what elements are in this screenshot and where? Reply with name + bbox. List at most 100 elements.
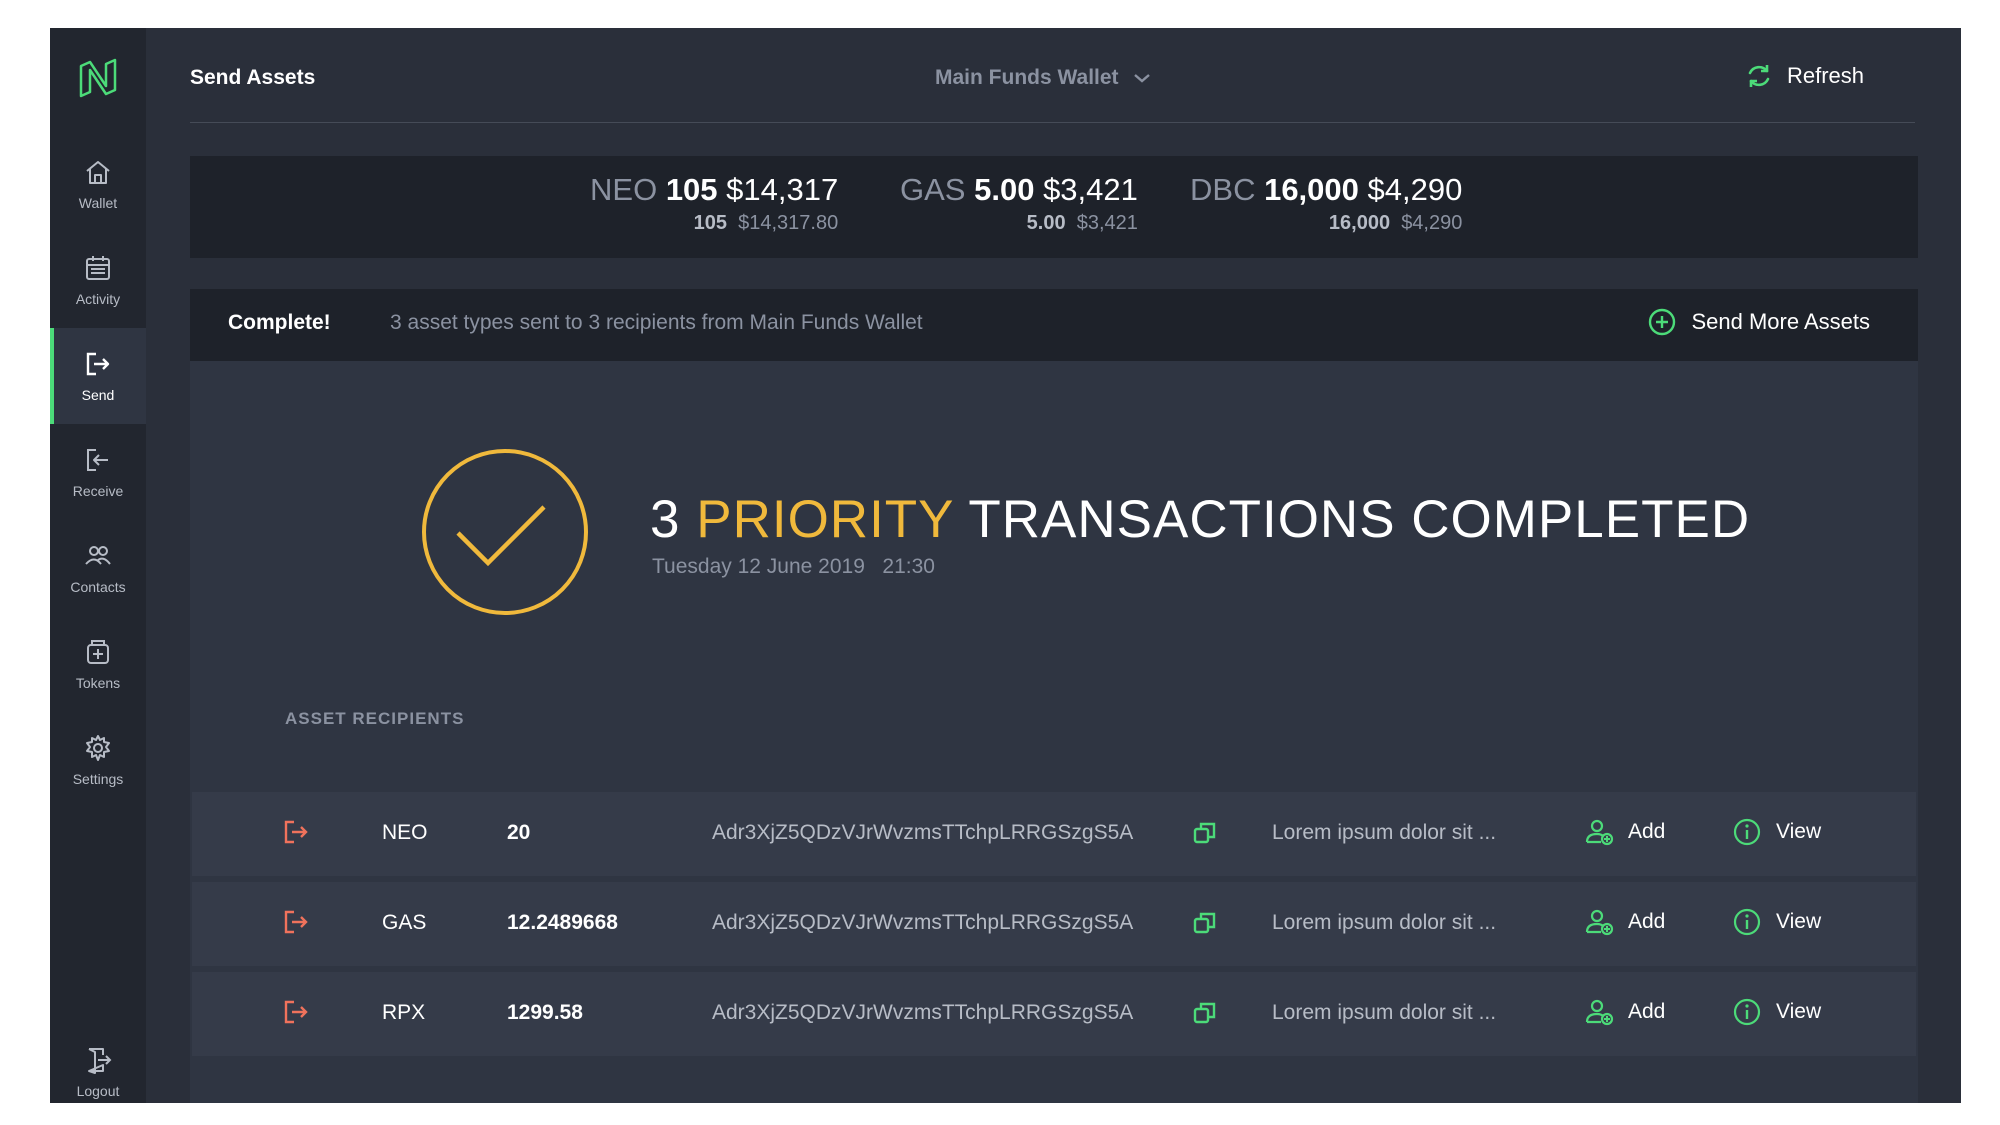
balance-sub-amount: 5.00 [1026,212,1066,234]
sidebar-item-label: Tokens [75,675,121,691]
completion-headline: 3 PRIORITY TRANSACTIONS COMPLETED [650,489,1750,550]
gear-icon [86,735,110,761]
refresh-label: Refresh [1787,63,1865,88]
balance-sub-value: $4,290 [1401,212,1463,234]
send-more-assets-button[interactable]: Send More Assets [1647,307,1870,337]
add-contact-label: Add [1628,910,1666,933]
main-panel: 3 PRIORITY TRANSACTIONS COMPLETED Tuesda… [190,361,1918,1103]
copy-icon[interactable] [1192,910,1218,936]
send-icon [284,1000,308,1024]
refresh-icon [1748,65,1770,87]
sidebar-item-send[interactable]: Send [50,328,146,424]
completion-count: 3 [650,490,681,549]
sidebar-item-label: Activity [75,291,121,307]
recipient-address: Adr3XjZ5QDzVJrWvzmsTTchpLRRGSzgS5A [712,1001,1134,1024]
recipients-section-title: ASSET RECIPIENTS [285,709,465,728]
balance-sub-value: $14,317.80 [738,212,839,234]
plus-circle-icon [1649,308,1676,336]
tokens-icon [87,640,109,664]
sidebar-item-tokens[interactable]: Tokens [50,616,146,712]
balance-bar: NEO 105 $14,317 105 $14,317.80 GAS 5.00 … [190,156,1918,258]
recipient-address: Adr3XjZ5QDzVJrWvzmsTTchpLRRGSzgS5A [712,911,1134,934]
sidebar-item-settings[interactable]: Settings [50,712,146,808]
view-transaction-label: View [1776,820,1822,843]
app-window: Wallet Activity Send Receive Contacts To… [50,28,1961,1103]
recipient-asset: NEO [382,821,428,844]
balance-value: $4,290 [1367,172,1463,207]
balance-amount: 5.00 [974,172,1035,207]
balance-symbol: DBC [1190,172,1256,207]
send-icon [284,820,308,844]
send-icon [284,910,308,934]
wallet-select[interactable]: Main Funds Wallet [935,66,1151,90]
view-transaction-button[interactable]: View [1732,907,1821,937]
recipient-asset: RPX [382,1001,426,1024]
balance-value: $14,317 [726,172,839,207]
view-transaction-label: View [1776,910,1822,933]
table-row: RPX 1299.58 Adr3XjZ5QDzVJrWvzmsTTchpLRRG… [192,972,1916,1056]
calendar-icon [86,256,110,280]
recipient-amount: 12.2489668 [507,911,618,934]
add-user-icon [1585,819,1614,846]
info-icon [1733,818,1761,846]
view-transaction-button[interactable]: View [1732,817,1821,847]
sidebar-item-contacts[interactable]: Contacts [50,520,146,616]
add-contact-button[interactable]: Add [1584,907,1665,937]
neon-logo-icon[interactable] [76,56,120,100]
recipient-note: Lorem ipsum dolor sit ... [1272,821,1497,844]
balance-value: $3,421 [1043,172,1138,207]
wallet-select-label: Main Funds Wallet [935,66,1119,89]
copy-icon[interactable] [1192,820,1218,846]
sidebar-item-wallet[interactable]: Wallet [50,136,146,232]
add-contact-button[interactable]: Add [1584,997,1665,1027]
balance-dbc: DBC 16,000 $4,290 16,000 $4,290 [1190,172,1462,235]
add-user-icon [1585,909,1614,936]
send-icon [86,352,110,376]
balance-amount: 105 [665,172,718,207]
add-contact-label: Add [1628,1000,1666,1023]
sidebar-item-label: Settings [72,771,124,787]
completion-datetime: Tuesday 12 June 2019 21:30 [652,555,935,579]
home-icon [86,161,110,184]
logout-label: Logout [76,1083,120,1099]
completion-date: Tuesday 12 June 2019 [652,555,865,578]
completion-text: TRANSACTIONS COMPLETED [968,490,1751,549]
balance-amount: 16,000 [1264,172,1359,207]
page-title: Send Assets [190,66,316,89]
balance-symbol: NEO [590,172,658,207]
sidebar-item-label: Wallet [78,195,118,211]
balance-sub-amount: 16,000 [1328,212,1391,234]
balance-sub-amount: 105 [693,212,727,234]
add-contact-button[interactable]: Add [1584,817,1665,847]
balance-neo: NEO 105 $14,317 105 $14,317.80 [590,172,838,235]
view-transaction-button[interactable]: View [1732,997,1821,1027]
view-transaction-label: View [1776,1000,1822,1023]
completion-time: 21:30 [882,555,935,578]
logout-button[interactable]: Logout [50,1024,146,1120]
table-row: GAS 12.2489668 Adr3XjZ5QDzVJrWvzmsTTchpL… [192,882,1916,966]
recipient-note: Lorem ipsum dolor sit ... [1272,911,1497,934]
balance-symbol: GAS [900,172,966,207]
add-user-icon [1585,999,1614,1026]
status-message: 3 asset types sent to 3 recipients from … [390,311,923,334]
recipient-amount: 20 [507,821,531,844]
recipient-asset: GAS [382,911,427,934]
sidebar-item-receive[interactable]: Receive [50,424,146,520]
sidebar-item-label: Send [81,387,115,403]
check-circle-icon [422,449,588,615]
chevron-down-icon [1133,74,1150,83]
send-more-assets-label: Send More Assets [1691,309,1870,334]
balance-sub-value: $3,421 [1076,212,1138,234]
header-divider [190,122,1915,123]
status-label: Complete! [228,311,331,334]
copy-icon[interactable] [1192,1000,1218,1026]
sidebar-item-label: Receive [72,483,124,499]
sidebar-item-activity[interactable]: Activity [50,232,146,328]
balance-gas: GAS 5.00 $3,421 5.00 $3,421 [900,172,1138,235]
sidebar: Wallet Activity Send Receive Contacts To… [50,28,146,1103]
receive-icon [87,449,108,471]
info-icon [1733,998,1761,1026]
status-bar: Complete! 3 asset types sent to 3 recipi… [190,289,1918,361]
refresh-button[interactable]: Refresh [1745,62,1864,90]
add-contact-label: Add [1628,820,1666,843]
